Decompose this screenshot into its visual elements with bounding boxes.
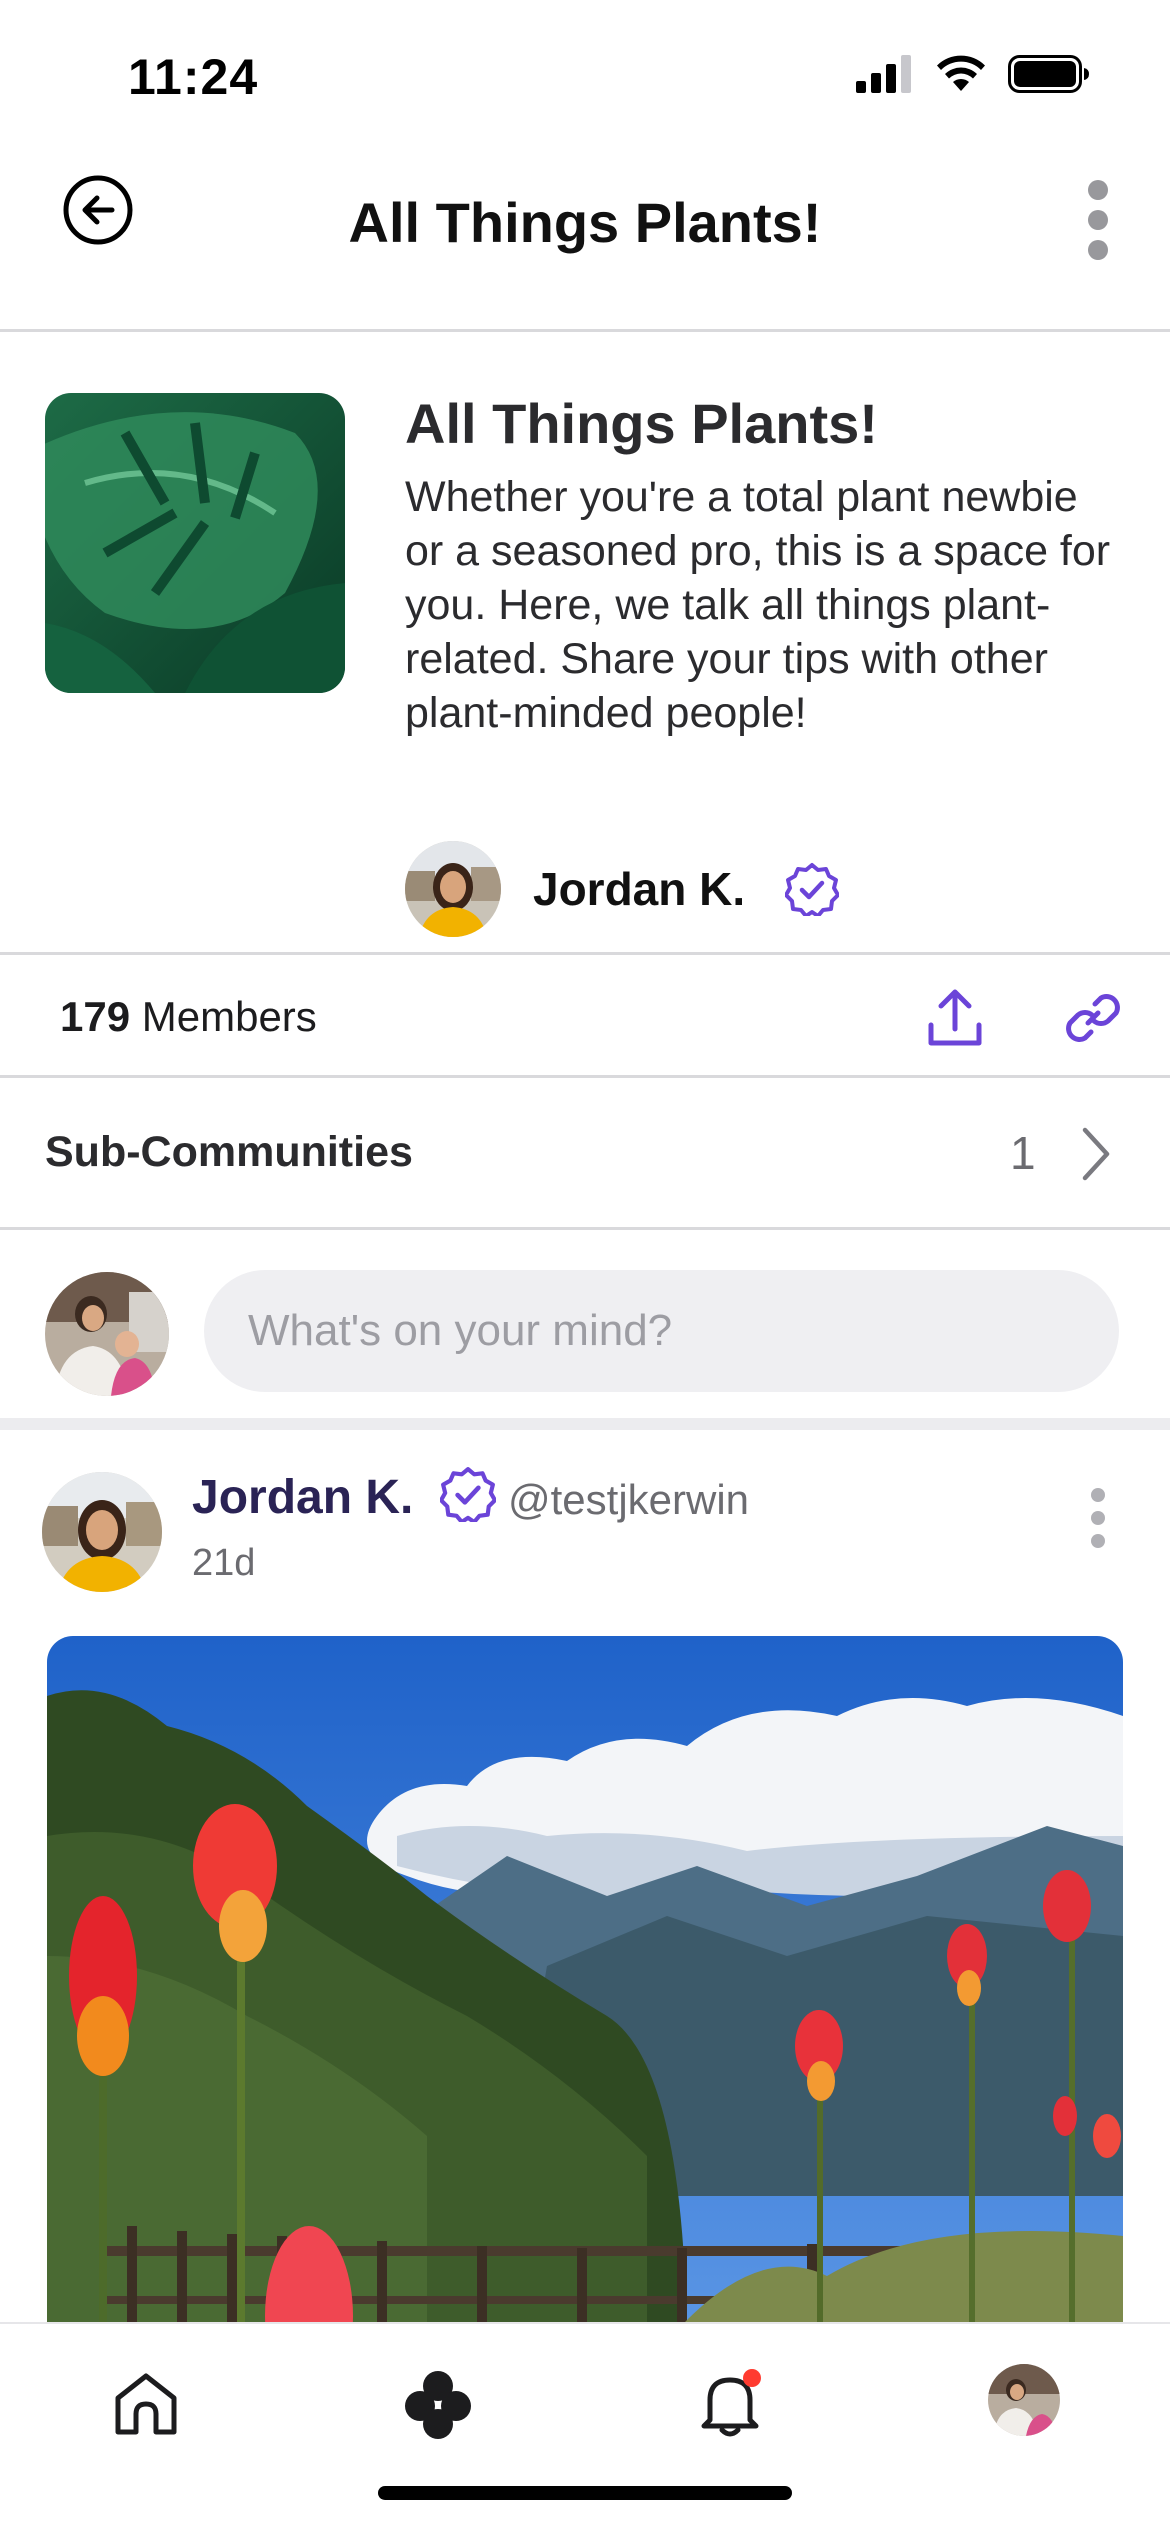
composer-input[interactable] <box>204 1270 1119 1392</box>
tab-home[interactable] <box>106 2364 186 2444</box>
avatar[interactable] <box>405 841 501 937</box>
members-summary[interactable]: 179 Members <box>60 993 317 1041</box>
battery-icon <box>1008 55 1089 93</box>
share-button[interactable] <box>920 983 990 1053</box>
page-title: All Things Plants! <box>348 191 822 254</box>
vertical-ellipsis-icon <box>1088 180 1108 200</box>
vertical-ellipsis-dot <box>1088 240 1108 260</box>
post-author-handle[interactable]: @testjkerwin <box>508 1476 749 1524</box>
sub-communities-row[interactable]: Sub-Communities 1 <box>0 1078 1170 1230</box>
verified-badge-icon <box>440 1467 496 1522</box>
share-upload-icon <box>928 989 982 1046</box>
mountain-landscape-image <box>47 1636 1123 2366</box>
community-header: All Things Plants! Whether you're a tota… <box>0 335 1170 953</box>
post-image[interactable] <box>47 1636 1123 2366</box>
post-more-button[interactable] <box>1088 1488 1108 1548</box>
members-row: 179 Members <box>0 952 1170 1078</box>
tab-profile[interactable] <box>988 2364 1060 2436</box>
members-label: Members <box>141 993 317 1040</box>
vertical-ellipsis-dot <box>1091 1534 1105 1548</box>
sub-communities-label: Sub-Communities <box>45 1128 413 1176</box>
community-cover-image <box>45 393 345 693</box>
tab-communities[interactable] <box>398 2364 478 2444</box>
monstera-leaf-image <box>45 393 345 693</box>
post-timestamp: 21d <box>192 1542 256 1584</box>
profile-avatar <box>988 2364 1060 2436</box>
post-author-name[interactable]: Jordan K. <box>192 1470 413 1525</box>
avatar[interactable] <box>42 1472 162 1592</box>
members-count: 179 <box>60 993 131 1040</box>
status-icons <box>856 55 1090 93</box>
sub-communities-count: 1 <box>1010 1127 1036 1179</box>
wifi-icon <box>937 55 985 91</box>
avatar[interactable] <box>45 1272 169 1396</box>
post-composer <box>0 1230 1170 1430</box>
copy-link-button[interactable] <box>1058 983 1128 1053</box>
status-time: 11:24 <box>128 49 259 105</box>
nav-bar: All Things Plants! <box>0 140 1170 332</box>
back-arrow-circle-icon <box>63 175 133 245</box>
communities-icon <box>405 2371 471 2439</box>
vertical-ellipsis-icon <box>1091 1488 1105 1502</box>
owner-name[interactable]: Jordan K. <box>533 862 745 916</box>
community-owner[interactable]: Jordan K. <box>405 841 840 937</box>
cellular-signal-icon <box>856 55 911 93</box>
current-user-avatar-image <box>45 1272 169 1396</box>
owner-avatar-image <box>405 841 501 937</box>
post-author-avatar-image <box>42 1472 162 1592</box>
vertical-ellipsis-dot <box>1088 210 1108 230</box>
status-bar: 11:24 <box>0 0 1170 140</box>
notifications-bell-icon <box>701 2369 761 2437</box>
more-options-button[interactable] <box>1078 180 1118 260</box>
community-name: All Things Plants! <box>405 392 878 455</box>
community-description: Whether you're a total plant newbie or a… <box>405 473 1111 737</box>
tab-notifications[interactable] <box>690 2364 770 2444</box>
verified-badge-icon <box>785 863 840 916</box>
back-button[interactable] <box>60 172 136 248</box>
home-icon <box>115 2373 177 2435</box>
tab-bar <box>0 2322 1170 2532</box>
link-icon <box>1066 994 1120 1042</box>
notification-badge <box>743 2369 761 2387</box>
home-indicator <box>378 2486 792 2500</box>
chevron-right-icon <box>1082 1127 1110 1181</box>
vertical-ellipsis-dot <box>1091 1511 1105 1525</box>
